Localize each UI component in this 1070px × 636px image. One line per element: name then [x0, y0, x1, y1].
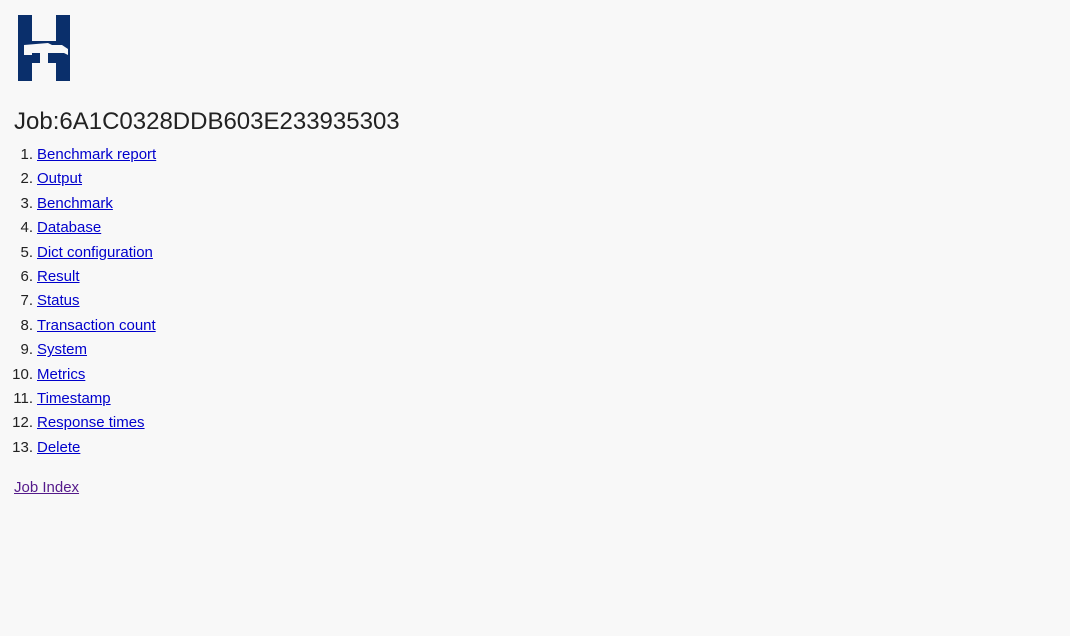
list-item: 5. Dict configuration	[0, 241, 337, 265]
list-item: 10. Metrics	[0, 363, 337, 387]
list-item: 2. Output	[0, 167, 337, 191]
list-item-number: 9.	[20, 341, 33, 359]
list-item: 4. Database	[0, 216, 337, 240]
list-item: 8. Transaction count	[0, 314, 337, 338]
job-link-timestamp[interactable]: Timestamp	[37, 390, 111, 407]
list-item-number: 3.	[20, 194, 33, 212]
list-item: 11. Timestamp	[0, 387, 337, 411]
job-link-delete[interactable]: Delete	[37, 439, 80, 456]
list-item-number: 6.	[20, 267, 33, 285]
job-link-dict-configuration[interactable]: Dict configuration	[37, 244, 153, 261]
list-item: 13. Delete	[0, 436, 337, 460]
list-item: 7. Status	[0, 289, 337, 313]
list-item-number: 2.	[20, 170, 33, 188]
list-item-number: 5.	[20, 243, 33, 261]
job-links-list: 1. Benchmark report 2. Output 3. Benchmark 4. D…	[0, 143, 337, 460]
list-item-number: 7.	[20, 292, 33, 310]
job-link-benchmark[interactable]: Benchmark	[37, 195, 113, 212]
list-item-number: 1.	[20, 146, 33, 163]
list-item-number: 11.	[13, 389, 33, 407]
list-item: 1. Benchmark report	[0, 143, 337, 167]
list-item-number: 4.	[20, 219, 33, 237]
job-link-status[interactable]: Status	[37, 292, 80, 309]
job-index-link[interactable]: Job Index	[14, 477, 79, 499]
list-item-number: 10.	[12, 365, 33, 383]
job-link-transaction-count[interactable]: Transaction count	[37, 317, 156, 334]
job-link-system[interactable]: System	[37, 341, 87, 358]
list-item-number: 13.	[12, 438, 33, 456]
job-link-benchmark-report[interactable]: Benchmark report	[37, 146, 156, 163]
job-link-result[interactable]: Result	[37, 268, 80, 285]
hammer-h-logo-icon	[18, 15, 70, 81]
job-link-database[interactable]: Database	[37, 219, 101, 236]
job-link-metrics[interactable]: Metrics	[37, 366, 85, 383]
job-link-response-times[interactable]: Response times	[37, 414, 145, 431]
page-title: Job:6A1C0328DDB603E233935303	[14, 108, 400, 135]
job-link-output[interactable]: Output	[37, 170, 82, 187]
list-item: 6. Result	[0, 265, 337, 289]
list-item: 12. Response times	[0, 411, 337, 435]
list-item: 3. Benchmark	[0, 192, 337, 216]
list-item-number: 12.	[12, 414, 33, 432]
list-item-number: 8.	[20, 316, 33, 334]
list-item: 9. System	[0, 338, 337, 362]
